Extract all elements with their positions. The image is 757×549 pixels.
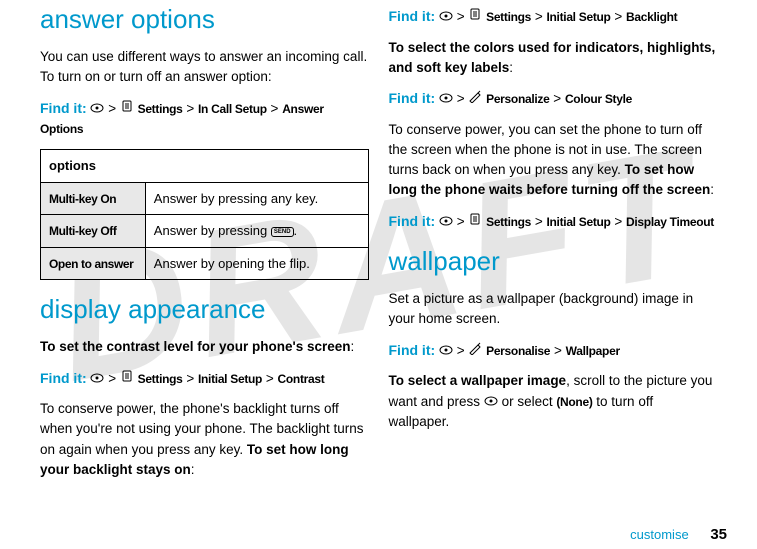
contrast-intro: To set the contrast level for your phone… (40, 337, 369, 357)
table-row: Multi-key On Answer by pressing any key. (41, 182, 369, 215)
path-initial: Initial Setup (198, 372, 262, 386)
path-initial: Initial Setup (546, 215, 610, 229)
center-key-icon (439, 341, 453, 361)
gt: > (266, 371, 274, 386)
center-key-icon (439, 89, 453, 109)
path-settings: Settings (138, 372, 183, 386)
colon: : (351, 339, 355, 354)
wallpaper-intro: Set a picture as a wallpaper (background… (389, 289, 718, 330)
findit-label: Find it: (40, 370, 87, 386)
answer-intro: You can use different ways to answer an … (40, 47, 369, 88)
colon: : (191, 462, 195, 477)
bold-text: To set the contrast level for your phone… (40, 339, 351, 354)
opt-name: Multi-key Off (41, 215, 146, 248)
gt: > (457, 9, 465, 24)
bold-text: To select the colors used for indicators… (389, 40, 716, 75)
backlight-intro: To conserve power, the phone's backlight… (40, 399, 369, 480)
settings-icon (468, 9, 486, 24)
table-row: Multi-key Off Answer by pressing SEND. (41, 215, 369, 248)
gt: > (186, 101, 194, 116)
opt-desc: Answer by pressing any key. (145, 182, 368, 215)
gt: > (108, 101, 116, 116)
colon: : (509, 60, 513, 75)
gt: > (108, 371, 116, 386)
gt: > (186, 371, 194, 386)
opt-desc: Answer by pressing SEND. (145, 215, 368, 248)
footer-section: customise (630, 527, 689, 542)
center-key-icon (90, 369, 104, 389)
findit-timeout: Find it: > Settings > Initial Setup > Di… (389, 211, 718, 233)
colon: : (710, 182, 714, 197)
personalize-icon (468, 343, 486, 358)
settings-icon (468, 214, 486, 229)
center-key-icon (90, 99, 104, 119)
path-settings: Settings (486, 215, 531, 229)
gt: > (535, 9, 543, 24)
screen-timeout-intro: To conserve power, you can set the phone… (389, 120, 718, 201)
path-colour: Colour Style (565, 92, 632, 106)
heading-answer-options: answer options (40, 0, 369, 39)
table-row: Open to answer Answer by opening the fli… (41, 247, 369, 280)
gt: > (614, 214, 622, 229)
bold-text: To select a wallpaper image (389, 373, 567, 388)
findit-answer: Find it: > Settings > In Call Setup > An… (40, 98, 369, 140)
findit-label: Find it: (40, 100, 87, 116)
desc-text: Answer by pressing (154, 223, 271, 238)
center-key-icon (484, 392, 498, 412)
gt: > (535, 214, 543, 229)
findit-label: Find it: (389, 90, 436, 106)
center-key-icon (439, 7, 453, 27)
gt: > (271, 101, 279, 116)
findit-label: Find it: (389, 8, 436, 24)
gt: > (457, 91, 465, 106)
path-wallpaper: Wallpaper (566, 344, 620, 358)
findit-contrast: Find it: > Settings > Initial Setup > Co… (40, 368, 369, 390)
gt: > (554, 343, 562, 358)
path-initial: Initial Setup (546, 10, 610, 24)
path-settings: Settings (486, 10, 531, 24)
desc-text: . (294, 223, 298, 238)
heading-wallpaper: wallpaper (389, 242, 718, 281)
page-footer: customise 35 (630, 526, 727, 543)
personalize-icon (468, 91, 486, 106)
center-key-icon (439, 212, 453, 232)
findit-wallpaper: Find it: > Personalise > Wallpaper (389, 340, 718, 362)
table-header: options (41, 150, 369, 183)
opt-name: Multi-key On (41, 182, 146, 215)
settings-icon (120, 101, 138, 116)
colors-intro: To select the colors used for indicators… (389, 38, 718, 79)
findit-backlight: Find it: > Settings > Initial Setup > Ba… (389, 6, 718, 28)
path-personalise: Personalise (486, 344, 550, 358)
path-settings: Settings (138, 102, 183, 116)
page-columns: answer options You can use different way… (0, 0, 757, 490)
path-contrast: Contrast (278, 372, 325, 386)
settings-icon (120, 371, 138, 386)
opt-name: Open to answer (41, 247, 146, 280)
left-column: answer options You can use different way… (30, 0, 379, 490)
gt: > (553, 91, 561, 106)
opt-desc: Answer by opening the flip. (145, 247, 368, 280)
findit-label: Find it: (389, 213, 436, 229)
none-option: (None) (556, 395, 592, 409)
path-personalize: Personalize (486, 92, 549, 106)
path-incall: In Call Setup (198, 102, 267, 116)
path-timeout: Display Timeout (626, 215, 714, 229)
gt: > (457, 214, 465, 229)
gt: > (457, 343, 465, 358)
wallpaper-select: To select a wallpaper image, scroll to t… (389, 371, 718, 432)
body-text: or select (498, 394, 557, 409)
gt: > (614, 9, 622, 24)
options-table: options Multi-key On Answer by pressing … (40, 149, 369, 280)
findit-label: Find it: (389, 342, 436, 358)
path-backlight: Backlight (626, 10, 677, 24)
page-number: 35 (710, 526, 727, 543)
heading-display-appearance: display appearance (40, 290, 369, 329)
send-key-icon: SEND (271, 227, 294, 237)
right-column: Find it: > Settings > Initial Setup > Ba… (379, 0, 728, 490)
findit-colour: Find it: > Personalize > Colour Style (389, 88, 718, 110)
